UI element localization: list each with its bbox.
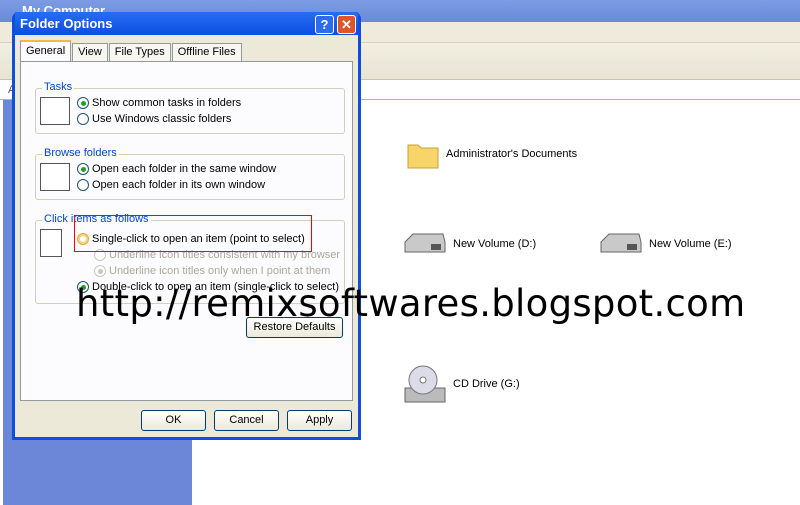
tasks-legend: Tasks — [42, 81, 75, 93]
tasks-icon — [40, 97, 70, 125]
item-label: New Volume (E:) — [649, 238, 732, 250]
help-icon: ? — [320, 17, 329, 32]
radio-button[interactable] — [77, 163, 89, 175]
browse-folders-group: Browse folders Open each folder in the s… — [35, 147, 345, 200]
option-label: Open each folder in the same window — [92, 163, 277, 175]
hard-drive-icon — [404, 233, 446, 253]
radio-button[interactable] — [77, 113, 89, 125]
item-label: New Volume (D:) — [453, 238, 537, 250]
show-common-tasks-option[interactable]: Show common tasks in folders — [77, 97, 241, 109]
same-window-option[interactable]: Open each folder in the same window — [77, 163, 276, 175]
item-cd-drive-g[interactable]: CD Drive (G:) — [403, 362, 520, 406]
tab-strip: General View File Types Offline Files — [20, 40, 243, 61]
radio-button[interactable] — [77, 97, 89, 109]
apply-button[interactable]: Apply — [287, 410, 352, 431]
item-label: Administrator's Documents — [446, 148, 578, 160]
dialog-title: Folder Options — [20, 16, 113, 31]
tab-offline-files[interactable]: Offline Files — [171, 43, 242, 61]
cd-drive-icon — [404, 365, 446, 403]
tab-view[interactable]: View — [72, 43, 108, 61]
help-button[interactable]: ? — [315, 15, 334, 34]
option-label: Use Windows classic folders — [92, 113, 232, 125]
item-administrators-documents[interactable]: Administrator's Documents — [406, 137, 577, 171]
cursor-click-icon — [40, 229, 62, 257]
classic-folders-option[interactable]: Use Windows classic folders — [77, 113, 231, 125]
radio-button[interactable] — [94, 265, 106, 277]
highlight-box — [74, 215, 312, 252]
item-label: CD Drive (G:) — [453, 378, 520, 390]
tab-general[interactable]: General — [20, 40, 72, 61]
browse-legend: Browse folders — [42, 147, 119, 159]
own-window-option[interactable]: Open each folder in its own window — [77, 179, 265, 191]
folder-icon — [407, 144, 439, 169]
radio-button[interactable] — [77, 179, 89, 191]
option-label: Open each folder in its own window — [92, 179, 266, 191]
item-new-volume-d[interactable]: New Volume (D:) — [403, 232, 536, 256]
option-label: Show common tasks in folders — [92, 97, 242, 109]
close-icon: ✕ — [341, 17, 352, 32]
item-new-volume-e[interactable]: New Volume (E:) — [599, 232, 732, 256]
option-label: Underline icon titles only when I point … — [109, 265, 331, 277]
cancel-button[interactable]: Cancel — [214, 410, 279, 431]
tab-file-types[interactable]: File Types — [108, 43, 171, 61]
watermark-url: http://remixsoftwares.blogspot.com — [76, 282, 746, 325]
tasks-group: Tasks Show common tasks in folders Use W… — [35, 81, 345, 134]
ok-button[interactable]: OK — [141, 410, 206, 431]
browse-folders-icon — [40, 163, 70, 191]
underline-point-option[interactable]: Underline icon titles only when I point … — [94, 265, 330, 277]
close-button[interactable]: ✕ — [337, 15, 356, 34]
dialog-title-bar[interactable]: Folder Options ? ✕ — [15, 12, 358, 35]
hard-drive-icon — [600, 233, 642, 253]
